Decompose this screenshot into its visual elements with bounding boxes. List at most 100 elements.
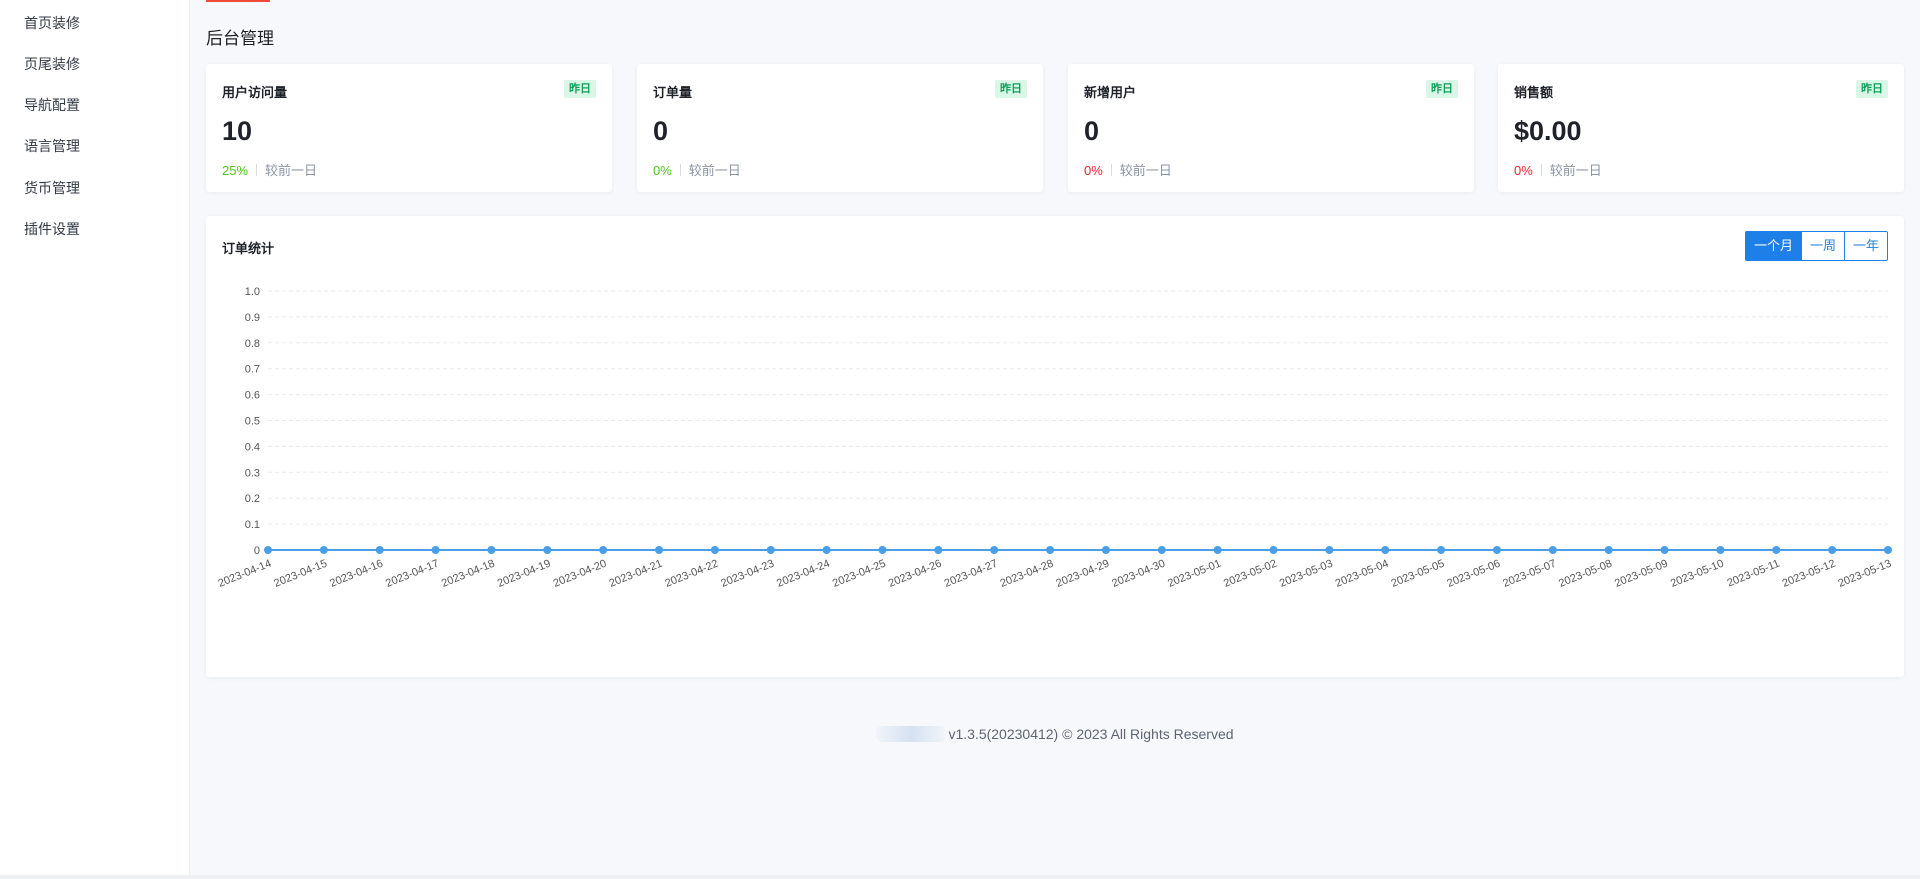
x-tick-label: 2023-04-29 [1054,558,1111,590]
stat-compare-label: 较前一日 [1119,163,1172,178]
stat-compare-label: 较前一日 [1549,163,1602,178]
data-point [1604,546,1613,554]
data-point [1101,546,1110,554]
sidebar: 首页装修 页尾装修 导航配置 语言管理 货币管理 插件设置 [0,0,190,875]
x-tick-label: 2023-04-18 [440,558,497,590]
period-badge: 昨日 [1856,80,1888,98]
period-badge: 昨日 [564,80,596,98]
x-tick-label: 2023-04-30 [1110,558,1167,590]
footer: v1.3.5(20230412) © 2023 All Rights Reser… [190,726,1920,742]
range-selector: 一个月 一周 一年 [1744,231,1888,261]
separator [1540,164,1542,176]
sidebar-item-currency-management[interactable]: 货币管理 [24,178,80,198]
stat-title: 销售额 [1514,85,1554,100]
data-point [1325,546,1334,554]
order-line-chart: 0 0.1 0.2 0.3 0.4 0.5 0.6 0.7 0.8 0.9 1.0 2023-04-1… [216,286,1893,590]
x-tick-label: 2023-04-15 [272,558,329,590]
y-tick-label: 0.9 [245,312,260,324]
separator [1110,164,1112,176]
data-point [319,546,328,554]
separator [256,164,258,176]
data-point [487,546,496,554]
period-badge: 昨日 [995,80,1027,98]
y-tick-label: 0.7 [245,364,260,376]
stat-change: 25% [222,163,249,178]
data-point [264,546,272,554]
data-point [710,546,719,554]
x-tick-label: 2023-05-09 [1613,558,1670,590]
data-point [1046,546,1055,554]
x-tick-label: 2023-05-02 [1222,558,1279,590]
x-tick-label: 2023-05-06 [1445,558,1502,590]
x-tick-label: 2023-05-10 [1669,558,1726,590]
data-point [1660,546,1669,554]
data-point [1772,546,1781,554]
stat-card-sales: 销售额 昨日 $0.00 0% 较前一日 [1498,64,1904,192]
data-point [1492,546,1501,554]
period-badge: 昨日 [1426,80,1458,98]
data-point [1213,546,1222,554]
stat-value: 0 [1084,116,1100,146]
data-point [766,546,775,554]
y-tick-label: 0 [254,545,260,557]
stat-value: 0 [653,116,669,146]
x-tick-label: 2023-05-13 [1836,558,1893,590]
sidebar-item-footer-decoration[interactable]: 页尾装修 [24,54,80,74]
data-point [543,546,552,554]
stat-comparison: 25% 较前一日 [222,160,317,179]
x-tick-label: 2023-04-27 [943,558,1000,590]
stat-title: 用户访问量 [222,85,288,100]
data-point [655,546,664,554]
x-tick-label: 2023-04-24 [775,558,832,590]
data-point [599,546,608,554]
y-tick-label: 0.5 [245,416,260,428]
x-tick-label: 2023-04-22 [663,558,720,590]
range-month-button[interactable]: 一个月 [1744,231,1802,261]
stat-title: 新增用户 [1084,85,1137,100]
y-tick-label: 0.1 [245,519,260,531]
sidebar-item-home-decoration[interactable]: 首页装修 [24,13,80,33]
stat-card-new-users: 新增用户 昨日 0 0% 较前一日 [1068,64,1474,192]
stat-card-user-visits: 用户访问量 昨日 10 25% 较前一日 [206,64,612,192]
separator [679,164,681,176]
data-point [1716,546,1725,554]
data-point [431,546,440,554]
stat-value: $0.00 [1514,116,1582,146]
x-tick-label: 2023-05-12 [1781,558,1838,590]
stat-compare-label: 较前一日 [265,163,318,178]
data-point [878,546,887,554]
y-tick-label: 0.4 [245,441,260,453]
data-point [934,546,943,554]
data-point [822,546,831,554]
data-point [1884,546,1892,554]
sidebar-item-navigation-config[interactable]: 导航配置 [24,95,80,115]
data-point [1157,546,1166,554]
x-tick-label: 2023-05-04 [1334,558,1391,590]
data-point [1437,546,1446,554]
x-tick-label: 2023-04-14 [216,558,273,590]
range-year-button[interactable]: 一年 [1843,231,1888,261]
x-tick-label: 2023-04-23 [719,558,776,590]
stat-compare-label: 较前一日 [688,163,741,178]
range-week-button[interactable]: 一周 [1800,231,1845,261]
stat-value: 10 [222,116,253,146]
x-tick-label: 2023-04-26 [887,558,944,590]
x-tick-label: 2023-05-07 [1501,558,1558,590]
page-title: 后台管理 [206,29,274,48]
stat-comparison: 0% 较前一日 [653,160,741,179]
order-statistics-card: 0 0.1 0.2 0.3 0.4 0.5 0.6 0.7 0.8 0.9 1.0 2023-04-1… [206,216,1904,677]
y-tick-label: 1.0 [245,286,260,298]
x-tick-label: 2023-05-03 [1278,558,1335,590]
x-tick-label: 2023-04-28 [999,558,1056,590]
footer-copyright: v1.3.5(20230412) © 2023 All Rights Reser… [948,726,1234,742]
stat-change: 0% [653,163,672,178]
main-content: 后台管理 用户访问量 昨日 10 25% 较前一日 订单量 昨日 0 0% 较前一日… [190,0,1920,879]
sidebar-item-language-management[interactable]: 语言管理 [24,136,80,156]
stat-change: 0% [1514,163,1533,178]
sidebar-item-plugin-settings[interactable]: 插件设置 [24,219,80,239]
data-point [990,546,999,554]
x-tick-label: 2023-04-17 [384,558,441,590]
x-tick-label: 2023-04-19 [496,558,553,590]
x-tick-label: 2023-05-08 [1557,558,1614,590]
data-point [1548,546,1557,554]
